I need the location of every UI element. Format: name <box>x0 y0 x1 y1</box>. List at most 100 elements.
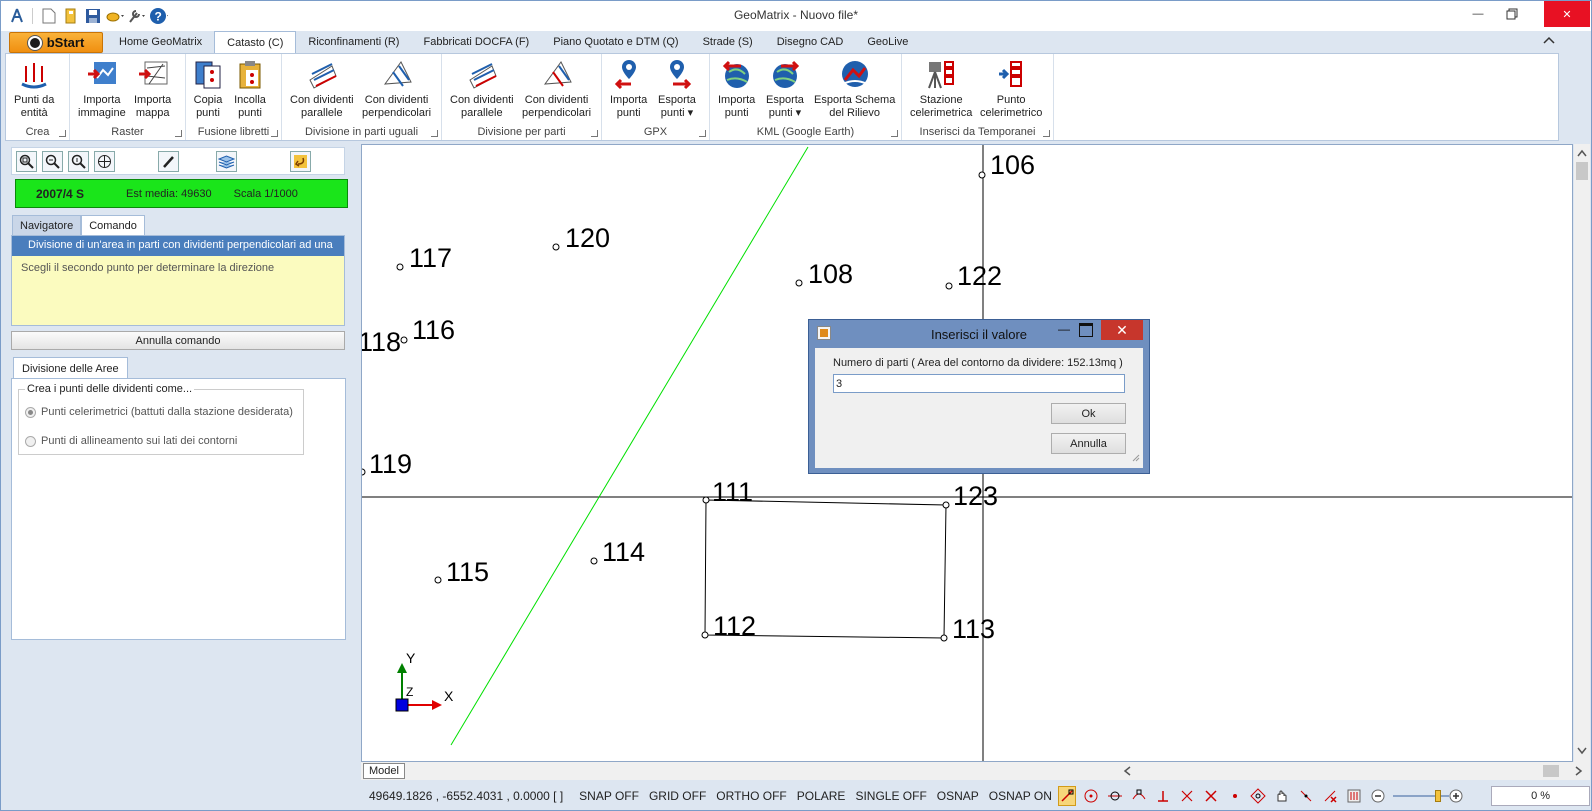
gpx-importa-punti-button[interactable]: Importa punti <box>610 58 647 120</box>
bstart-button[interactable]: bStart <box>9 32 103 53</box>
raster-launcher-icon[interactable] <box>175 130 182 137</box>
snap-tangent-icon[interactable] <box>1178 786 1196 806</box>
scroll-left-icon[interactable] <box>1123 766 1131 779</box>
punti-da-entita-button[interactable]: Punti da entità <box>14 58 54 120</box>
minimize-button[interactable]: — <box>1461 1 1495 27</box>
scroll-right-icon[interactable] <box>1575 766 1583 779</box>
tab-comando[interactable]: Comando <box>81 215 145 235</box>
pencil-icon[interactable] <box>158 151 179 172</box>
dialog-close-button[interactable]: ✕ <box>1101 320 1143 340</box>
kml-esporta-punti-button[interactable]: Esporta punti ▾ <box>766 58 804 120</box>
divisione-parti-launcher-icon[interactable] <box>591 130 598 137</box>
osnap-on-toggle[interactable]: OSNAP ON <box>989 789 1052 803</box>
ok-button[interactable]: Ok <box>1051 403 1126 424</box>
survey-point[interactable]: 122 <box>945 261 1002 291</box>
esporta-schema-rilievo-button[interactable]: Esporta Schema del Rilievo <box>814 58 895 120</box>
snap-quadrant-icon[interactable] <box>1130 786 1148 806</box>
importa-mappa-button[interactable]: Importa mappa <box>134 58 171 120</box>
survey-point[interactable]: 112 <box>701 611 756 641</box>
survey-point[interactable]: 106 <box>978 150 1035 180</box>
horizontal-scroll-thumb[interactable] <box>1543 765 1559 777</box>
snap-apparent-icon[interactable] <box>1297 786 1315 806</box>
kml-launcher-icon[interactable] <box>891 130 898 137</box>
zoom-window-icon[interactable] <box>16 151 37 172</box>
vertical-scrollbar[interactable] <box>1574 144 1590 762</box>
tab-piano-quotato[interactable]: Piano Quotato e DTM (Q) <box>541 31 690 53</box>
importa-immagine-button[interactable]: Importa immagine <box>78 58 126 120</box>
tab-home-geomatrix[interactable]: Home GeoMatrix <box>107 31 214 53</box>
tab-riconfinamenti[interactable]: Riconfinamenti (R) <box>296 31 411 53</box>
model-tab[interactable]: Model <box>363 763 405 779</box>
snap-settings-icon[interactable] <box>1345 786 1363 806</box>
parti-uguali-perpendicolari-button[interactable]: Con dividenti perpendicolari <box>362 58 431 120</box>
survey-point[interactable]: 108 <box>795 259 853 289</box>
snap-center-icon[interactable] <box>1082 786 1100 806</box>
layers-icon[interactable] <box>216 151 237 172</box>
crea-launcher-icon[interactable] <box>59 130 66 137</box>
tab-divisione-aree[interactable]: Divisione delle Aree <box>13 357 128 379</box>
osnap-toggle[interactable]: OSNAP <box>937 789 979 803</box>
snap-intersection-icon[interactable] <box>1202 786 1220 806</box>
survey-point[interactable]: 117 <box>396 243 452 273</box>
tab-navigatore[interactable]: Navigatore <box>12 215 82 235</box>
tab-catasto[interactable]: Catasto (C) <box>214 31 297 54</box>
dialog-cancel-button[interactable]: Annulla <box>1051 433 1126 454</box>
snap-node-icon[interactable] <box>1106 786 1124 806</box>
gpx-esporta-punti-button[interactable]: Esporta punti ▾ <box>658 58 696 120</box>
temporanei-launcher-icon[interactable] <box>1043 130 1050 137</box>
collapse-ribbon-icon[interactable] <box>1543 35 1555 48</box>
parti-uguali-parallele-button[interactable]: Con dividenti parallele <box>290 58 354 120</box>
snap-toggle[interactable]: SNAP OFF <box>579 789 639 803</box>
per-parti-perpendicolari-button[interactable]: Con dividenti perpendicolari <box>522 58 591 120</box>
survey-point[interactable]: 115 <box>434 557 489 587</box>
fusione-launcher-icon[interactable] <box>271 130 278 137</box>
snap-endpoint-icon[interactable] <box>1057 786 1077 806</box>
vertical-scroll-thumb[interactable] <box>1576 162 1588 180</box>
dialog-minimize-button[interactable]: — <box>1055 322 1073 338</box>
number-of-parts-input[interactable]: 3 <box>833 374 1125 393</box>
survey-point[interactable]: 119 <box>362 449 412 479</box>
radio-punti-celerimetrici[interactable]: Punti celerimetrici (battuti dalla stazi… <box>25 406 293 418</box>
copia-punti-button[interactable]: Copia punti <box>192 58 224 120</box>
polare-toggle[interactable]: POLARE <box>797 789 846 803</box>
survey-point[interactable]: 113 <box>940 614 995 644</box>
punto-celerimetrico-button[interactable]: Punto celerimetrico <box>980 58 1042 120</box>
snap-clear-icon[interactable] <box>1321 786 1339 806</box>
zoom-extents-icon[interactable] <box>42 151 63 172</box>
resize-grip-icon[interactable] <box>1132 453 1140 465</box>
survey-point[interactable]: 111 <box>702 477 753 507</box>
close-window-button[interactable]: ✕ <box>1544 1 1590 27</box>
annulla-comando-button[interactable]: Annulla comando <box>11 331 345 350</box>
kml-importa-punti-button[interactable]: Importa punti <box>718 58 755 120</box>
survey-point[interactable]: 114 <box>590 537 645 567</box>
tab-fabbricati-docfa[interactable]: Fabbricati DOCFA (F) <box>411 31 541 53</box>
tab-disegno-cad[interactable]: Disegno CAD <box>765 31 856 53</box>
tab-strade[interactable]: Strade (S) <box>691 31 765 53</box>
scroll-down-icon[interactable] <box>1577 746 1587 758</box>
dialog-maximize-button[interactable] <box>1079 323 1093 337</box>
per-parti-parallele-button[interactable]: Con dividenti parallele <box>450 58 514 120</box>
zoom-in-icon[interactable] <box>1447 786 1465 806</box>
maximize-button[interactable] <box>1495 1 1529 27</box>
snap-nearest-icon[interactable] <box>1226 786 1244 806</box>
zoom-slider-thumb[interactable] <box>1435 790 1442 802</box>
grid-toggle[interactable]: GRID OFF <box>649 789 706 803</box>
zoom-slider[interactable] <box>1393 790 1450 802</box>
pan-icon[interactable] <box>94 151 115 172</box>
tab-geolive[interactable]: GeoLive <box>855 31 920 53</box>
ortho-toggle[interactable]: ORTHO OFF <box>716 789 786 803</box>
snap-perpendicular-icon[interactable] <box>1154 786 1172 806</box>
survey-point[interactable]: 123 <box>942 481 998 511</box>
incolla-punti-button[interactable]: Incolla punti <box>234 58 266 120</box>
zoom-out-icon[interactable] <box>1369 786 1387 806</box>
divisione-uguali-launcher-icon[interactable] <box>431 130 438 137</box>
survey-point[interactable]: 120 <box>552 223 610 253</box>
gpx-launcher-icon[interactable] <box>699 130 706 137</box>
undo-icon[interactable] <box>290 151 311 172</box>
survey-point[interactable]: 116 <box>400 315 455 345</box>
radio-punti-allineamento[interactable]: Punti di allineamento sui lati dei conto… <box>25 435 237 447</box>
snap-hand-icon[interactable] <box>1273 786 1291 806</box>
scroll-up-icon[interactable] <box>1577 148 1587 160</box>
stazione-celerimetrica-button[interactable]: Stazione celerimetrica <box>910 58 972 120</box>
zoom-realtime-icon[interactable] <box>68 151 89 172</box>
